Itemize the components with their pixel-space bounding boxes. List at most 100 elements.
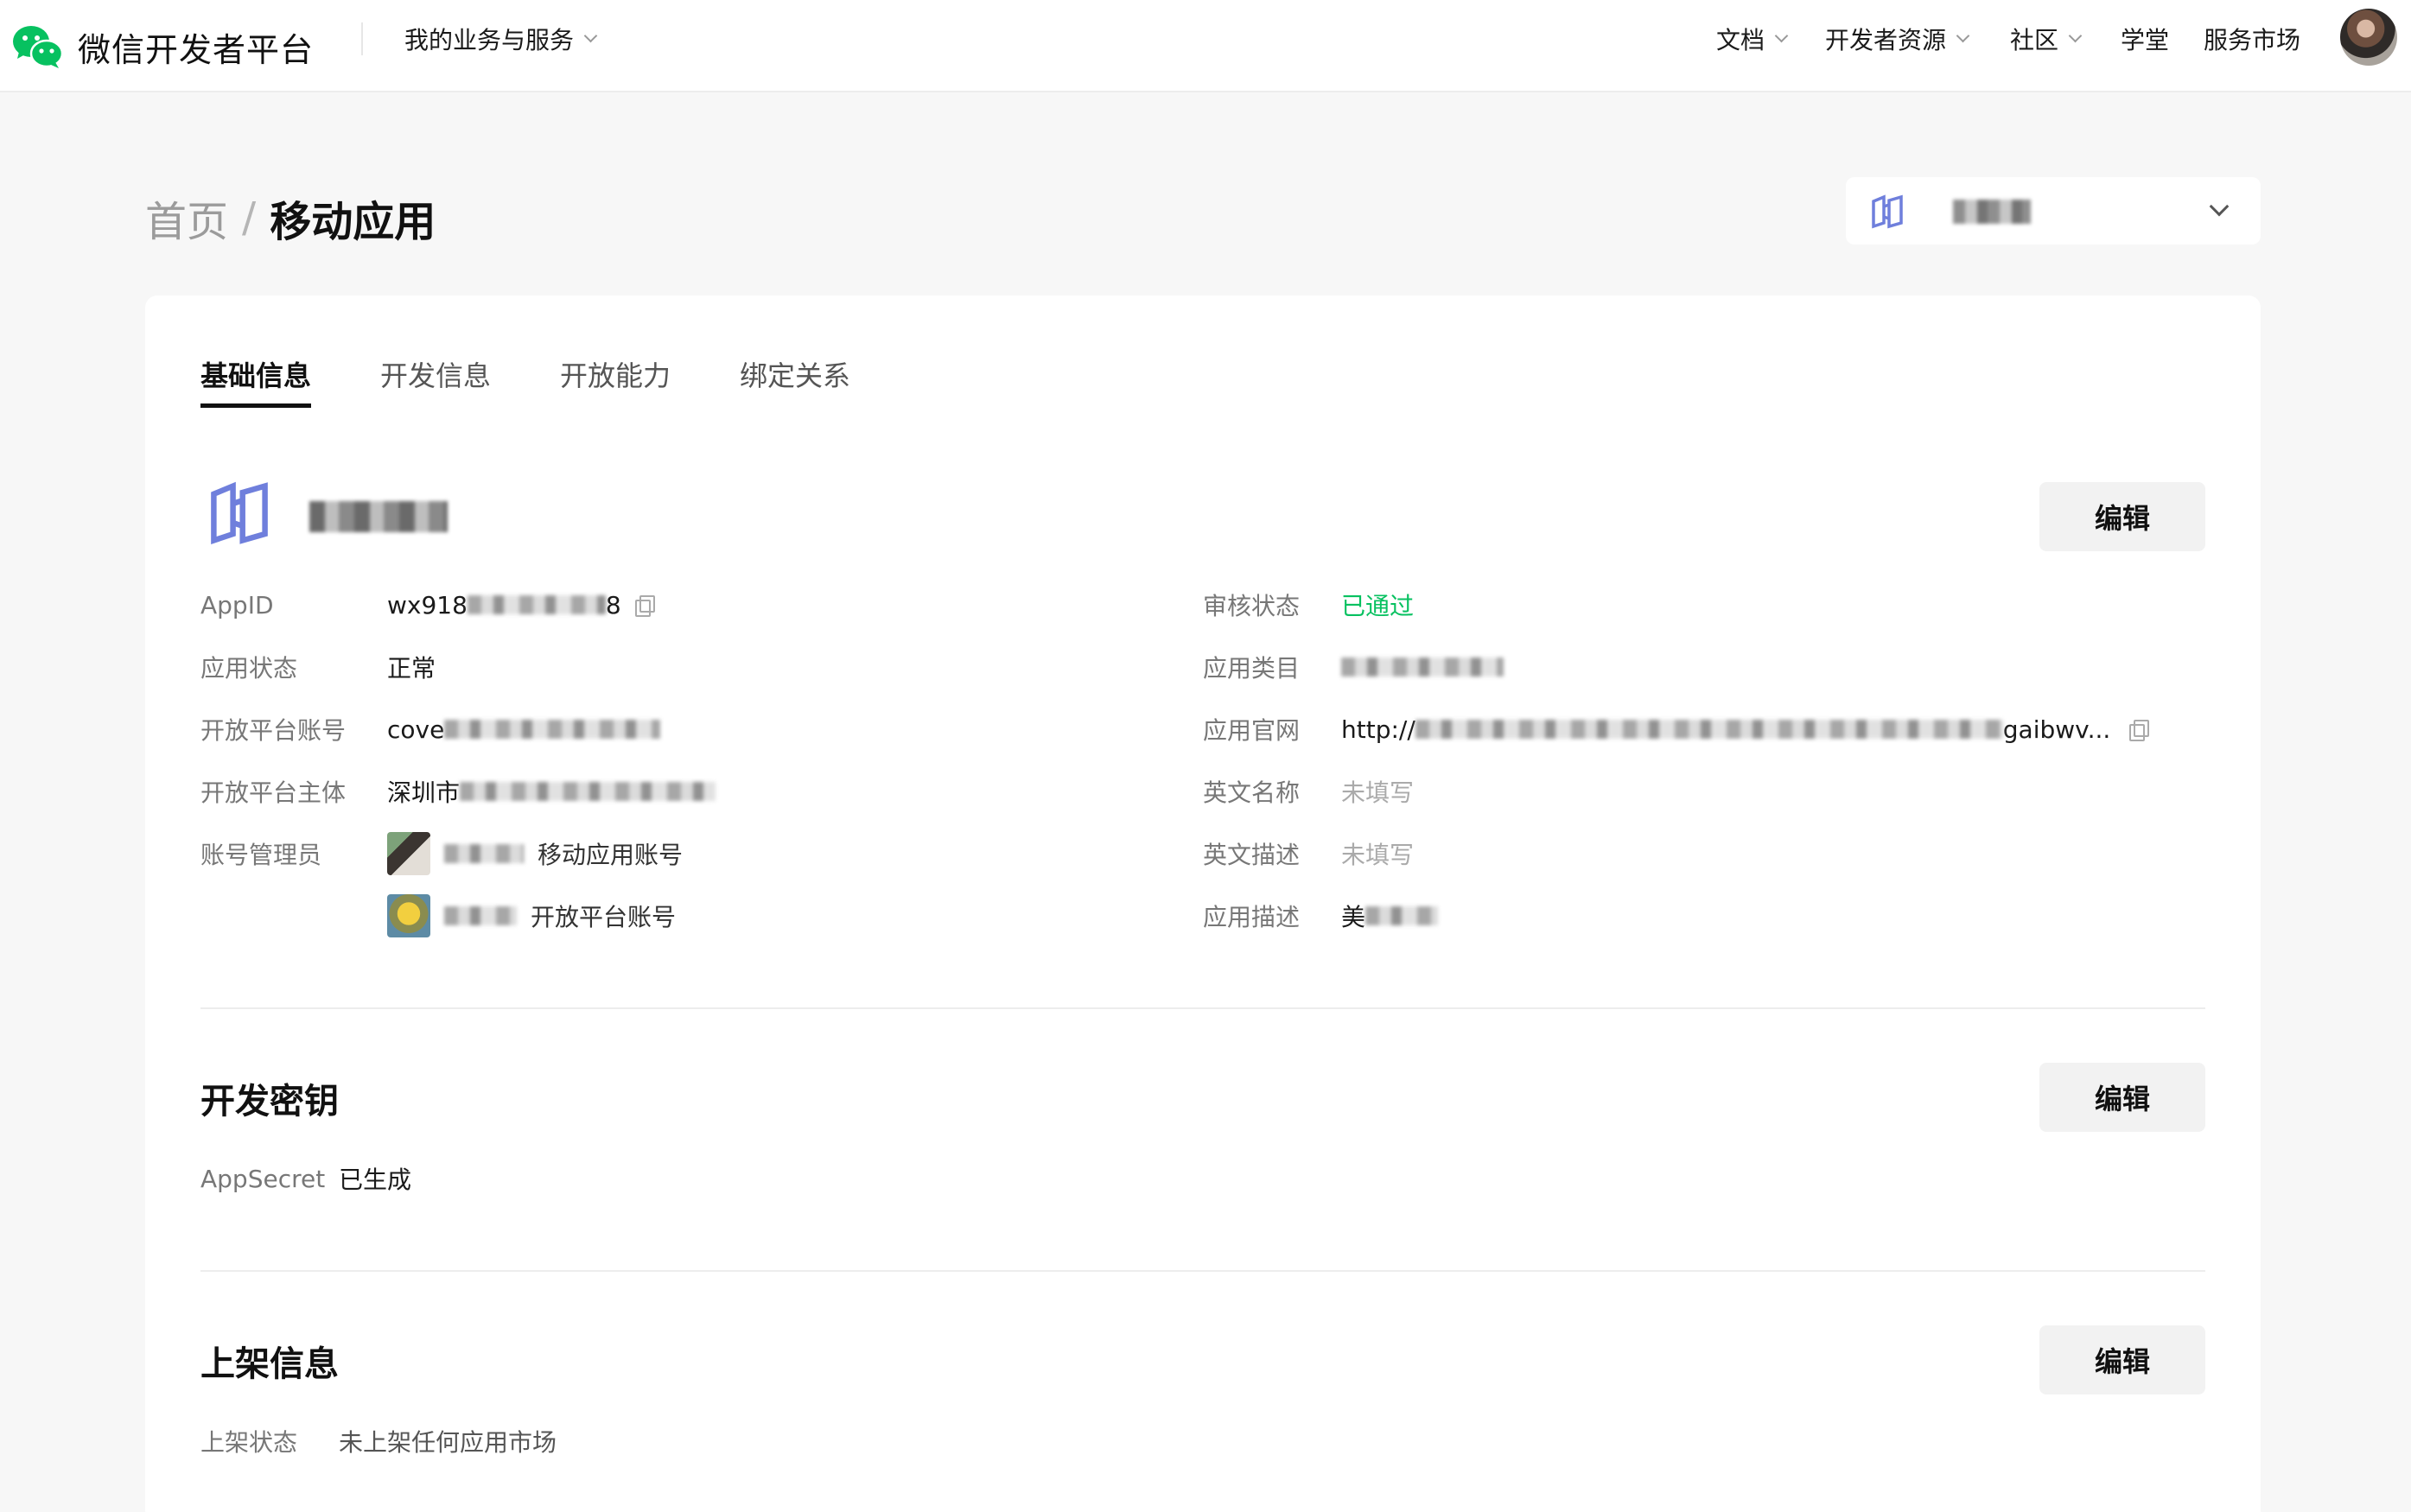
english-desc-value: 未填写 <box>1341 841 1415 869</box>
listing-title: 上架信息 <box>200 1344 339 1384</box>
info-row-english-desc: 英文描述 未填写 <box>1203 835 2205 873</box>
admin-role: 开放平台账号 <box>531 903 677 931</box>
redacted-text <box>1365 906 1439 925</box>
nav-dev-resources-label: 开发者资源 <box>1825 26 1947 54</box>
info-label: 账号管理员 <box>200 841 322 869</box>
platform-account-value: cove <box>387 715 661 744</box>
edit-dev-secret-button[interactable]: 编辑 <box>2039 1063 2205 1132</box>
info-label: 应用描述 <box>1203 903 1301 931</box>
nav-service-market-label: 服务市场 <box>2204 26 2301 54</box>
info-label: 英文描述 <box>1203 841 1301 869</box>
redacted-text <box>444 844 524 863</box>
section-divider <box>200 1007 2205 1009</box>
admin-item: 移动应用账号 <box>387 831 1078 876</box>
info-row-platform-entity: 开放平台主体 深圳市 <box>200 772 1151 810</box>
tab-dev-info[interactable]: 开发信息 <box>380 356 491 408</box>
chevron-down-icon <box>1774 29 1789 42</box>
my-business-label: 我的业务与服务 <box>404 26 575 54</box>
admin-avatar <box>387 894 430 937</box>
edit-listing-button[interactable]: 编辑 <box>2039 1325 2205 1394</box>
appsecret-value: 已生成 <box>339 1166 412 1194</box>
appid-value: wx918 8 <box>387 590 655 619</box>
app-category-value <box>1341 658 1504 677</box>
redacted-text <box>467 595 606 614</box>
redacted-text <box>444 906 517 925</box>
app-detail-card: 基础信息 开发信息 开放能力 绑定关系 编辑 AppID wx918 8 应用状… <box>145 295 2261 1512</box>
page-title: 移动应用 <box>270 198 436 246</box>
nav-dev-resources[interactable]: 开发者资源 <box>1825 22 1970 55</box>
info-row-english-name: 英文名称 未填写 <box>1203 772 2205 810</box>
app-header <box>207 479 448 548</box>
info-label: 应用状态 <box>200 654 298 683</box>
top-nav-bar: 微信开发者平台 我的业务与服务 文档 开发者资源 社区 学堂 服务市场 <box>0 0 2411 92</box>
nav-academy[interactable]: 学堂 <box>2121 22 2169 55</box>
user-avatar[interactable] <box>2340 9 2397 66</box>
app-logo-icon <box>211 481 268 544</box>
redacted-app-name <box>309 501 448 532</box>
copy-icon[interactable] <box>634 595 655 617</box>
info-label: 应用官网 <box>1203 716 1301 745</box>
tab-binding[interactable]: 绑定关系 <box>740 356 850 408</box>
tab-basic-info[interactable]: 基础信息 <box>200 356 312 408</box>
admin-item: 开放平台账号 <box>387 893 1078 938</box>
info-row-app-desc: 应用描述 美 <box>1203 897 2205 935</box>
nav-community-label: 社区 <box>2010 26 2059 54</box>
entity-prefix: 深圳市 <box>387 778 461 807</box>
info-label: 开放平台账号 <box>200 716 347 745</box>
app-desc-prefix: 美 <box>1341 903 1366 931</box>
section-divider <box>200 1270 2205 1272</box>
my-business-menu[interactable]: 我的业务与服务 <box>404 22 598 55</box>
redacted-text <box>460 782 716 801</box>
info-label: 英文名称 <box>1203 778 1301 807</box>
app-desc-value: 美 <box>1341 899 1439 933</box>
info-row-review-status: 审核状态 已通过 <box>1203 586 2205 624</box>
nav-service-market[interactable]: 服务市场 <box>2204 22 2300 55</box>
info-row-website: 应用官网 http:// gaibwv... <box>1203 710 2205 748</box>
nav-academy-label: 学堂 <box>2121 26 2170 54</box>
english-name-value: 未填写 <box>1341 778 1415 807</box>
redacted-text <box>1415 720 2003 739</box>
app-switcher-select[interactable] <box>1846 177 2261 245</box>
account-prefix: cove <box>387 715 445 744</box>
nav-docs-label: 文档 <box>1716 26 1765 54</box>
nav-community[interactable]: 社区 <box>2010 22 2083 55</box>
website-prefix: http:// <box>1341 715 1415 744</box>
info-label: AppID <box>200 590 274 619</box>
info-row-appid: AppID wx918 8 <box>200 586 1151 624</box>
wechat-logo-icon <box>13 26 64 68</box>
tab-bar: 基础信息 开发信息 开放能力 绑定关系 <box>200 356 919 408</box>
brand[interactable]: 微信开发者平台 <box>12 16 314 78</box>
nav-docs[interactable]: 文档 <box>1716 22 1789 55</box>
website-value[interactable]: http:// gaibwv... <box>1341 715 2110 744</box>
listing-status-value: 未上架任何应用市场 <box>339 1428 557 1457</box>
app-logo-icon <box>1872 194 1903 229</box>
app-status-value: 正常 <box>387 654 436 683</box>
breadcrumb-home[interactable]: 首页 <box>145 187 228 248</box>
copy-icon[interactable] <box>2129 720 2149 741</box>
nav-divider <box>361 22 363 55</box>
appid-prefix: wx918 <box>387 590 468 619</box>
review-status-value: 已通过 <box>1341 592 1415 620</box>
breadcrumb-separator: / <box>242 194 257 242</box>
info-label: 上架状态 <box>200 1428 298 1457</box>
redacted-text <box>1341 658 1504 677</box>
info-row-platform-account: 开放平台账号 cove <box>200 710 1151 748</box>
chevron-down-icon <box>583 29 598 42</box>
chevron-down-icon <box>2068 29 2083 42</box>
redacted-text <box>1953 200 2031 224</box>
admin-avatar <box>387 832 430 875</box>
info-label: 审核状态 <box>1203 592 1301 620</box>
platform-entity-value: 深圳市 <box>387 774 716 809</box>
info-label: AppSecret <box>200 1164 326 1193</box>
breadcrumb: 首页 / 移动应用 <box>145 192 436 246</box>
info-label: 开放平台主体 <box>200 778 347 807</box>
chevron-down-icon <box>2209 196 2230 217</box>
info-label: 应用类目 <box>1203 654 1301 683</box>
appid-suffix: 8 <box>605 590 621 619</box>
tab-open-capabilities[interactable]: 开放能力 <box>560 356 671 408</box>
info-row-listing-status: 上架状态 未上架任何应用市场 <box>200 1422 892 1460</box>
chevron-down-icon <box>1956 29 1970 42</box>
brand-name: 微信开发者平台 <box>78 30 315 69</box>
dev-secret-title: 开发密钥 <box>200 1082 339 1121</box>
edit-basic-info-button[interactable]: 编辑 <box>2039 482 2205 551</box>
